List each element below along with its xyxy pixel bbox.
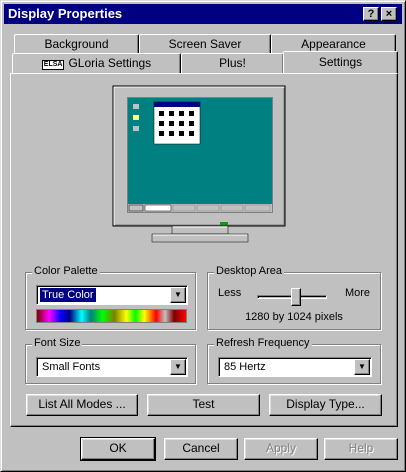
list-all-modes-button[interactable]: List All Modes ... <box>26 394 138 416</box>
font-size-group: Font Size Small Fonts ▼ <box>25 337 196 384</box>
help-button[interactable]: Help <box>324 438 398 460</box>
test-button[interactable]: Test <box>147 394 260 416</box>
resolution-text: 1280 by 1024 pixels <box>245 311 343 323</box>
color-palette-group: Color Palette True Color ▼ <box>25 265 196 330</box>
apply-button[interactable]: Apply <box>244 438 318 460</box>
ok-button[interactable]: OK <box>80 437 156 461</box>
slider-less-label: Less <box>218 287 242 299</box>
close-title-button[interactable]: × <box>381 7 397 21</box>
font-size-select[interactable]: Small Fonts ▼ <box>36 357 188 377</box>
color-palette-swatch <box>36 309 187 323</box>
tab-gloria-settings-label: GLoria Settings <box>68 56 152 70</box>
display-type-button[interactable]: Display Type... <box>269 394 382 416</box>
slider-more-label: More <box>344 287 370 299</box>
chevron-down-icon[interactable]: ▼ <box>170 359 186 375</box>
tab-settings[interactable]: Settings <box>283 51 398 73</box>
settings-panel: Color Palette True Color ▼ Desktop Area … <box>10 73 398 427</box>
display-properties-window: Display Properties ? × Background Screen… <box>0 0 406 472</box>
refresh-frequency-group: Refresh Frequency 85 Hertz ▼ <box>207 337 381 384</box>
desktop-area-label: Desktop Area <box>214 265 285 277</box>
elsa-logo-icon: ELSA <box>41 60 65 70</box>
refresh-frequency-value: 85 Hertz <box>224 361 266 373</box>
monitor-preview-icon <box>112 85 286 243</box>
help-title-button[interactable]: ? <box>363 7 379 21</box>
color-palette-label: Color Palette <box>32 265 100 277</box>
tab-background[interactable]: Background <box>14 34 139 54</box>
desktop-area-group: Desktop Area Less More 1280 by 1024 pixe… <box>207 265 381 330</box>
font-size-value: Small Fonts <box>42 361 101 373</box>
chevron-down-icon[interactable]: ▼ <box>354 359 370 375</box>
cancel-button[interactable]: Cancel <box>164 438 238 460</box>
refresh-frequency-label: Refresh Frequency <box>214 337 312 349</box>
window-title: Display Properties <box>8 6 123 21</box>
chevron-down-icon[interactable]: ▼ <box>170 287 186 303</box>
title-bar[interactable]: Display Properties ? × <box>4 4 402 24</box>
tab-screen-saver[interactable]: Screen Saver <box>139 34 271 54</box>
color-palette-select[interactable]: True Color ▼ <box>36 285 188 305</box>
desktop-area-slider-thumb[interactable] <box>290 288 301 306</box>
refresh-frequency-select[interactable]: 85 Hertz ▼ <box>218 357 372 377</box>
font-size-label: Font Size <box>32 337 83 349</box>
tab-plus[interactable]: Plus! <box>181 53 284 73</box>
tab-gloria-settings[interactable]: ELSA GLoria Settings <box>12 53 181 73</box>
color-palette-value: True Color <box>39 287 97 303</box>
